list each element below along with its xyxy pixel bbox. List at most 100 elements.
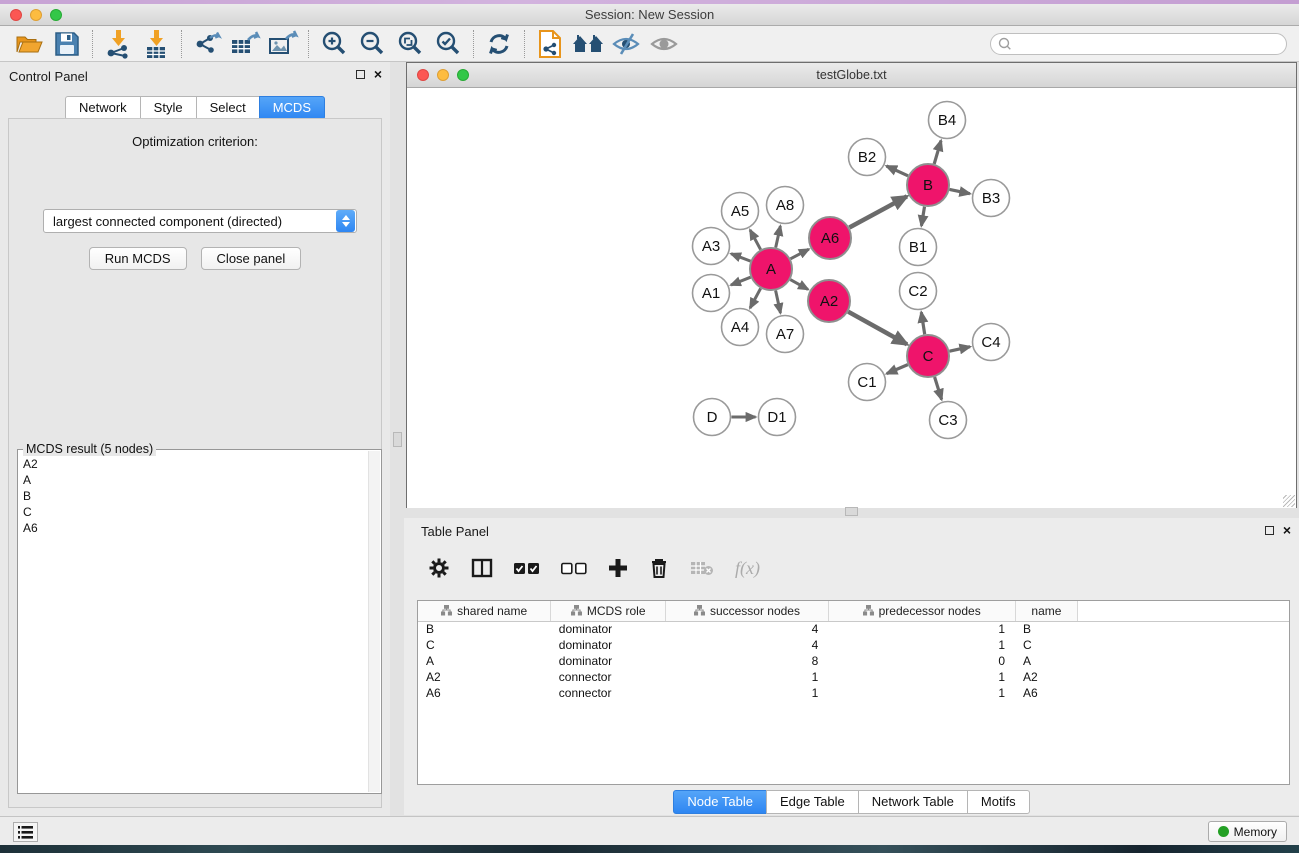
deselect-all-icon[interactable] [561, 562, 587, 575]
graph-node-B4[interactable]: B4 [929, 102, 966, 139]
network-graph[interactable]: B4 B2 B B3 A8A5 A6 A3 B1 A C2 A1 A2 A4A7 C4 C C1 D D1 C3 [407, 88, 1296, 508]
graph-edge-C-C1[interactable] [887, 365, 908, 374]
graph-edge-A2-C[interactable] [848, 312, 907, 345]
graph-edge-A-A4[interactable] [750, 288, 761, 308]
graph-node-B1[interactable]: B1 [900, 229, 937, 266]
graph-node-A4[interactable]: A4 [722, 309, 759, 346]
graph-edge-C-C3[interactable] [935, 377, 942, 400]
float-table-panel-icon[interactable] [1265, 526, 1274, 535]
zoom-out-icon[interactable] [353, 29, 391, 59]
export-image-icon[interactable] [264, 29, 302, 59]
horizontal-split-handle[interactable] [845, 507, 858, 516]
open-session-icon[interactable] [10, 29, 48, 59]
table-row[interactable]: Adominator80A [418, 653, 1289, 669]
float-panel-icon[interactable] [356, 70, 365, 79]
column-header-predecessor-nodes[interactable]: predecessor nodes [828, 601, 1015, 621]
graph-node-A7[interactable]: A7 [767, 316, 804, 353]
graph-node-B3[interactable]: B3 [973, 180, 1010, 217]
add-column-icon[interactable] [608, 558, 628, 578]
graph-node-C[interactable]: C [907, 335, 949, 377]
graph-edge-A-A3[interactable] [731, 254, 750, 261]
tab-mcds[interactable]: MCDS [259, 96, 325, 120]
search-input[interactable] [990, 33, 1287, 55]
graph-edge-B-B4[interactable] [934, 141, 941, 164]
import-table-icon[interactable] [137, 29, 175, 59]
show-hidden-icon[interactable] [645, 29, 683, 59]
graph-edge-A-A8[interactable] [776, 226, 781, 248]
graph-edge-A-A6[interactable] [791, 249, 809, 259]
result-item[interactable]: B [20, 488, 367, 504]
graph-node-A1[interactable]: A1 [693, 275, 730, 312]
close-panel-icon[interactable]: × [374, 69, 382, 79]
zoom-fit-icon[interactable] [391, 29, 429, 59]
memory-button[interactable]: Memory [1208, 821, 1287, 842]
close-table-panel-icon[interactable]: × [1283, 525, 1291, 535]
graph-node-C2[interactable]: C2 [900, 273, 937, 310]
graph-edge-B-B1[interactable] [921, 207, 924, 226]
zoom-in-icon[interactable] [315, 29, 353, 59]
tab-select[interactable]: Select [196, 96, 260, 120]
show-columns-icon[interactable] [471, 558, 493, 578]
tab-network-table[interactable]: Network Table [858, 790, 968, 814]
graph-node-A2[interactable]: A2 [808, 280, 850, 322]
graph-edge-A-A1[interactable] [731, 277, 751, 285]
result-item[interactable]: C [20, 504, 367, 520]
delete-column-icon[interactable] [649, 557, 669, 579]
window-resize-grip[interactable] [1283, 495, 1295, 507]
column-header-successor-nodes[interactable]: successor nodes [666, 601, 829, 621]
table-row[interactable]: A2connector11A2 [418, 669, 1289, 685]
table-row[interactable]: A6connector11A6 [418, 685, 1289, 701]
network-from-file-icon[interactable] [531, 29, 569, 59]
graph-node-B[interactable]: B [907, 164, 949, 206]
select-all-icon[interactable] [514, 562, 540, 575]
graph-edge-A-A2[interactable] [790, 280, 808, 290]
result-item[interactable]: A [20, 472, 367, 488]
export-network-icon[interactable] [188, 29, 226, 59]
graph-node-C4[interactable]: C4 [973, 324, 1010, 361]
zoom-selected-icon[interactable] [429, 29, 467, 59]
close-panel-button[interactable]: Close panel [201, 247, 302, 270]
run-mcds-button[interactable]: Run MCDS [89, 247, 187, 270]
graph-node-A6[interactable]: A6 [809, 217, 851, 259]
tab-style[interactable]: Style [140, 96, 197, 120]
network-canvas[interactable]: B4 B2 B B3 A8A5 A6 A3 B1 A C2 A1 A2 A4A7 C4 C C1 D D1 C3 [407, 88, 1296, 508]
column-header-MCDS-role[interactable]: MCDS role [551, 601, 666, 621]
column-header-name[interactable]: name [1015, 601, 1078, 621]
table-row[interactable]: Bdominator41B [418, 621, 1289, 637]
save-session-icon[interactable] [48, 29, 86, 59]
graph-edge-C-C2[interactable] [921, 312, 924, 334]
graph-node-B2[interactable]: B2 [849, 139, 886, 176]
graph-edge-C-C4[interactable] [950, 347, 971, 352]
vertical-split-handle[interactable] [393, 432, 402, 447]
graph-node-C3[interactable]: C3 [930, 402, 967, 439]
result-item[interactable]: A6 [20, 520, 367, 536]
graph-node-A8[interactable]: A8 [767, 187, 804, 224]
export-table-icon[interactable] [226, 29, 264, 59]
graph-edge-A6-B[interactable] [849, 196, 907, 227]
graph-node-C1[interactable]: C1 [849, 364, 886, 401]
graph-edge-B-B3[interactable] [950, 189, 970, 193]
hide-selected-icon[interactable] [607, 29, 645, 59]
tab-edge-table[interactable]: Edge Table [766, 790, 859, 814]
import-network-icon[interactable] [99, 29, 137, 59]
home-layouts-icon[interactable] [569, 29, 607, 59]
graph-node-D[interactable]: D [694, 399, 731, 436]
result-item[interactable]: A2 [20, 456, 367, 472]
task-history-button[interactable] [13, 822, 38, 842]
column-header-shared-name[interactable]: shared name [418, 601, 551, 621]
graph-edge-B-B2[interactable] [887, 166, 909, 176]
graph-edge-A-A7[interactable] [776, 291, 781, 314]
table-options-icon[interactable] [428, 557, 450, 579]
refresh-layout-icon[interactable] [480, 29, 518, 59]
graph-node-D1[interactable]: D1 [759, 399, 796, 436]
table-row[interactable]: Cdominator41C [418, 637, 1289, 653]
graph-node-A[interactable]: A [750, 248, 792, 290]
criterion-select[interactable]: largest connected component (directed) [43, 209, 357, 233]
tab-motifs[interactable]: Motifs [967, 790, 1030, 814]
tab-node-table[interactable]: Node Table [673, 790, 767, 814]
graph-node-A5[interactable]: A5 [722, 193, 759, 230]
tab-network[interactable]: Network [65, 96, 141, 120]
graph-edge-A-A5[interactable] [750, 230, 761, 250]
graph-node-A3[interactable]: A3 [693, 228, 730, 265]
result-scrollbar[interactable] [368, 451, 380, 792]
